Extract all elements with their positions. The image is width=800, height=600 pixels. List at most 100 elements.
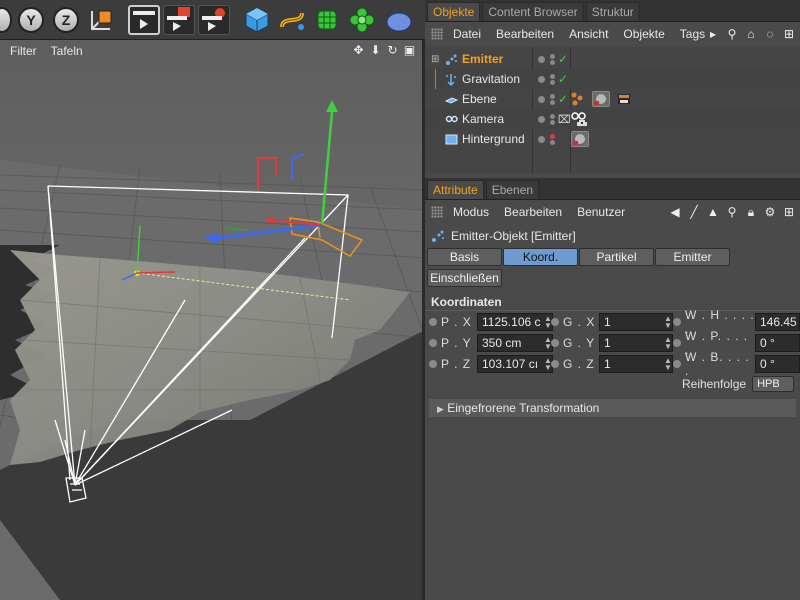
material-tag-icon[interactable] bbox=[571, 131, 589, 147]
lock-icon[interactable]: 🔒︎ bbox=[744, 205, 758, 219]
enabled-check-icon[interactable]: ✓ bbox=[558, 92, 568, 106]
viewport-scene[interactable] bbox=[0, 40, 425, 600]
panel-grip-icon[interactable] bbox=[431, 28, 443, 40]
x-axis-lock-button[interactable] bbox=[0, 4, 12, 36]
new-panel-icon[interactable]: ⊞ bbox=[782, 205, 796, 219]
menu-bearbeiten[interactable]: Bearbeiten bbox=[504, 205, 562, 219]
tab-struktur[interactable]: Struktur bbox=[585, 2, 640, 21]
enabled-check-icon[interactable]: ✓ bbox=[558, 52, 568, 66]
px-input[interactable]: 1125.106 c ▲ ▼ bbox=[477, 313, 553, 331]
segment-einschliessen[interactable]: Einschließen bbox=[427, 269, 502, 287]
texture-tag-icon[interactable] bbox=[571, 91, 583, 107]
panel-grip-icon[interactable] bbox=[431, 206, 443, 218]
forward-arrow-icon[interactable]: ╱ bbox=[687, 205, 701, 219]
home-icon[interactable]: ⌂ bbox=[744, 27, 758, 41]
up-arrow-icon[interactable]: ▲ bbox=[706, 205, 720, 219]
y-axis-lock-button[interactable]: Y bbox=[15, 4, 47, 36]
object-row-emitter[interactable]: ⊞ Emitter ✓ bbox=[425, 49, 800, 69]
keyframe-dot[interactable] bbox=[673, 360, 681, 368]
field-label-pz: P . Z bbox=[441, 357, 472, 371]
menu-ansicht[interactable]: Ansicht bbox=[569, 27, 608, 41]
gz-input[interactable]: 1 ▲ ▼ bbox=[599, 355, 673, 373]
back-arrow-icon[interactable]: ◀ bbox=[668, 205, 682, 219]
menu-modus[interactable]: Modus bbox=[453, 205, 489, 219]
object-row-ebene[interactable]: Ebene ✓ bbox=[425, 89, 800, 109]
editor-visibility-dot[interactable] bbox=[538, 95, 545, 103]
render-visibility-dots[interactable] bbox=[550, 53, 555, 65]
search-icon[interactable]: ⚲ bbox=[725, 27, 739, 41]
py-input[interactable]: 350 cm ▲ ▼ bbox=[477, 334, 553, 352]
render-tag-icon[interactable] bbox=[616, 91, 634, 107]
camera-tag-icon[interactable] bbox=[571, 111, 589, 127]
coordinate-system-button[interactable] bbox=[85, 4, 117, 36]
toggle-view-icon[interactable]: ▣ bbox=[403, 44, 416, 57]
subdivision-surface-button[interactable] bbox=[311, 4, 343, 36]
menu-bearbeiten[interactable]: Bearbeiten bbox=[496, 27, 554, 41]
deformer-button[interactable] bbox=[381, 4, 413, 36]
menu-datei[interactable]: Datei bbox=[453, 27, 481, 41]
gx-input[interactable]: 1 ▲ ▼ bbox=[599, 313, 673, 331]
wh-input[interactable]: 146.45 bbox=[755, 313, 800, 331]
render-visibility-dots[interactable] bbox=[550, 73, 555, 85]
search-icon[interactable]: ⚲ bbox=[725, 205, 739, 219]
object-row-hintergrund[interactable]: Hintergrund bbox=[425, 129, 800, 149]
material-tag-icon[interactable] bbox=[592, 91, 610, 107]
frozen-transformation-group[interactable]: ▶ Eingefrorene Transformation bbox=[429, 399, 796, 417]
expand-icon[interactable]: ⊞ bbox=[431, 54, 439, 65]
cloner-button[interactable] bbox=[346, 4, 378, 36]
z-axis-lock-button[interactable]: Z bbox=[50, 4, 82, 36]
editor-visibility-dot[interactable] bbox=[538, 75, 545, 83]
segment-basis[interactable]: Basis bbox=[427, 248, 502, 266]
enabled-check-icon[interactable]: ✓ bbox=[558, 72, 568, 86]
editor-visibility-dot[interactable] bbox=[538, 115, 545, 123]
render-visibility-dots[interactable] bbox=[550, 93, 555, 105]
attribute-title: Emitter-Objekt [Emitter] bbox=[425, 224, 800, 248]
cube-primitive-button[interactable] bbox=[241, 4, 273, 36]
wb-input[interactable]: 0 ° bbox=[755, 355, 800, 373]
object-row-kamera[interactable]: Kamera ⌧ bbox=[425, 109, 800, 129]
keyframe-dot[interactable] bbox=[429, 318, 437, 326]
viewport-menu-tafeln[interactable]: Tafeln bbox=[51, 44, 83, 58]
keyframe-dot[interactable] bbox=[429, 339, 437, 347]
3d-viewport[interactable]: Filter Tafeln ✥ ⬇ ↻ ▣ bbox=[0, 40, 425, 600]
menu-tags[interactable]: Tags bbox=[680, 27, 705, 41]
eye-icon[interactable]: ◌ bbox=[763, 27, 777, 41]
editor-visibility-dot[interactable] bbox=[538, 55, 545, 63]
tab-attribute[interactable]: Attribute bbox=[427, 180, 484, 199]
render-view-button[interactable] bbox=[128, 4, 160, 36]
pz-input[interactable]: 103.107 cı ▲ ▼ bbox=[477, 355, 553, 373]
menu-benutzer[interactable]: Benutzer bbox=[577, 205, 625, 219]
editor-visibility-dot[interactable] bbox=[538, 135, 545, 143]
keyframe-dot[interactable] bbox=[551, 318, 559, 326]
keyframe-dot[interactable] bbox=[429, 360, 437, 368]
new-panel-icon[interactable]: ⊞ bbox=[782, 27, 796, 41]
cube-primitive-icon bbox=[245, 6, 269, 33]
viewport-menu-filter[interactable]: Filter bbox=[10, 44, 37, 58]
tab-content-browser[interactable]: Content Browser bbox=[482, 2, 584, 21]
move-view-icon[interactable]: ✥ bbox=[352, 44, 365, 57]
wp-input[interactable]: 0 ° bbox=[755, 334, 800, 352]
render-visibility-dots[interactable] bbox=[550, 113, 555, 125]
more-arrow-icon[interactable]: ▸ bbox=[706, 27, 720, 41]
rotation-order-select[interactable]: HPB bbox=[752, 376, 795, 392]
segment-emitter[interactable]: Emitter bbox=[655, 248, 730, 266]
keyframe-dot[interactable] bbox=[673, 339, 681, 347]
settings-icon[interactable]: ⚙︎ bbox=[763, 205, 777, 219]
keyframe-dot[interactable] bbox=[673, 318, 681, 326]
segment-koord[interactable]: Koord. bbox=[503, 248, 578, 266]
render-settings-button[interactable] bbox=[198, 4, 230, 36]
camera-target-icon[interactable]: ⌧ bbox=[558, 113, 571, 126]
render-visibility-dots[interactable] bbox=[550, 133, 555, 145]
tab-ebenen[interactable]: Ebenen bbox=[485, 180, 540, 199]
object-row-gravitation[interactable]: Gravitation ✓ bbox=[425, 69, 800, 89]
tab-objekte[interactable]: Objekte bbox=[427, 2, 481, 21]
render-picture-viewer-button[interactable] bbox=[163, 4, 195, 36]
spline-pen-button[interactable] bbox=[276, 4, 308, 36]
menu-objekte[interactable]: Objekte bbox=[623, 27, 664, 41]
keyframe-dot[interactable] bbox=[551, 339, 559, 347]
segment-partikel[interactable]: Partikel bbox=[579, 248, 654, 266]
rotate-view-icon[interactable]: ↻ bbox=[386, 44, 399, 57]
zoom-view-icon[interactable]: ⬇ bbox=[369, 44, 382, 57]
keyframe-dot[interactable] bbox=[551, 360, 559, 368]
gy-input[interactable]: 1 ▲ ▼ bbox=[599, 334, 673, 352]
